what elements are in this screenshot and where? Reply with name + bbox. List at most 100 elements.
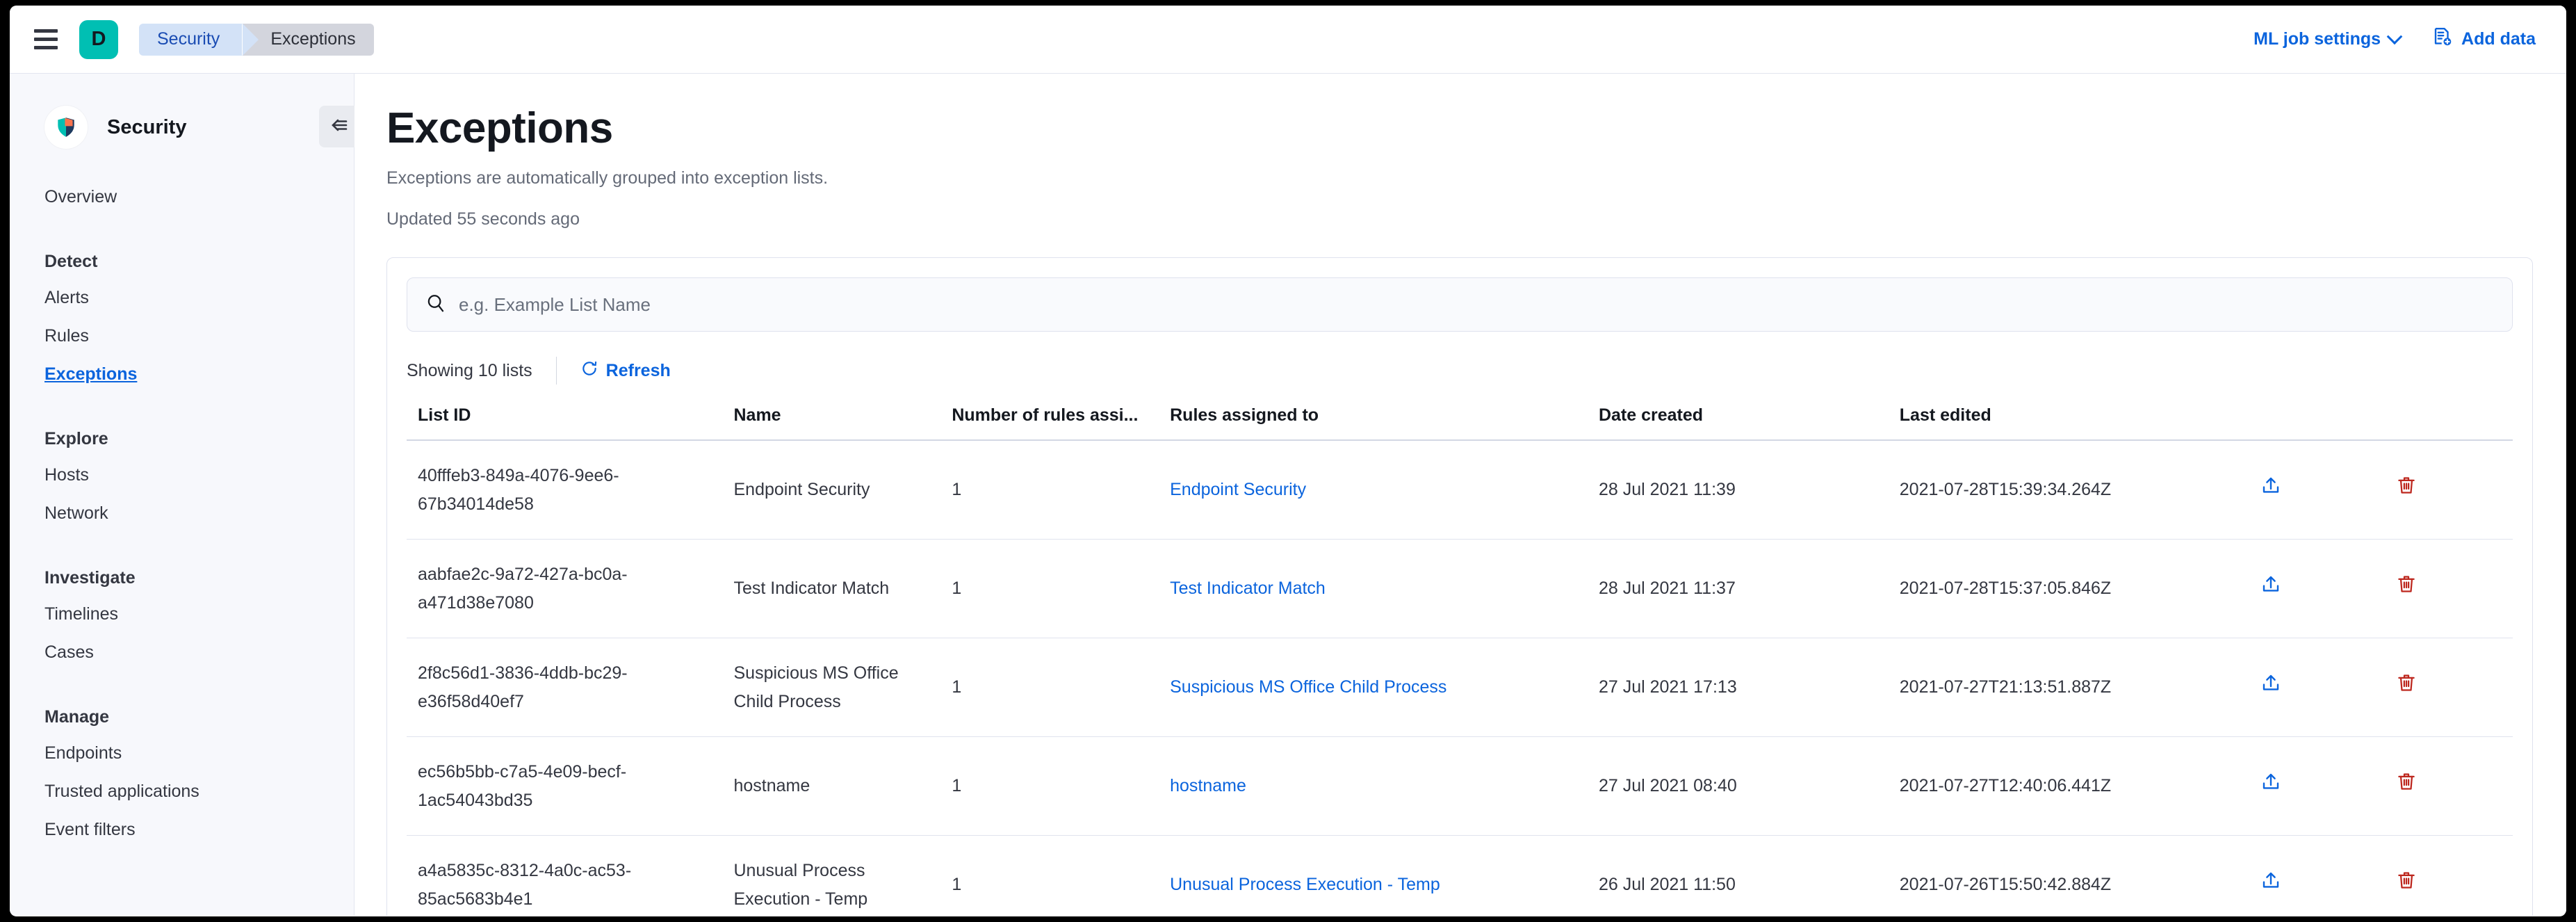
breadcrumb-item-security[interactable]: Security [139,23,259,56]
search-field-wrapper[interactable] [407,277,2513,332]
cell-rules-assigned-to: Endpoint Security [1159,440,1588,540]
cell-export [2249,736,2385,836]
column-header-export [2249,401,2385,441]
sidebar-group-explore: Explore [44,429,108,448]
table-body: 40fffeb3-849a-4076-9ee6-67b34014de58 Endp… [407,440,2513,916]
sidebar-item-cases[interactable]: Cases [10,633,354,672]
cell-last-edited: 2021-07-26T15:50:42.884Z [1888,835,2250,916]
export-upload-icon[interactable] [2260,574,2281,604]
sidebar-header: Security [10,102,359,153]
sidebar-item-event-filters[interactable]: Event filters [10,811,354,849]
cell-rules-assigned-to: hostname [1159,736,1588,836]
cell-number-of-rules: 1 [940,539,1159,638]
column-header-number-of-rules[interactable]: Number of rules assi... [940,401,1159,441]
sidebar-item-network[interactable]: Network [10,494,354,533]
collapse-sidebar-button[interactable] [319,106,359,147]
cell-last-edited: 2021-07-27T21:13:51.887Z [1888,638,2250,737]
column-header-rules-assigned-to[interactable]: Rules assigned to [1159,401,1588,441]
hamburger-bar [34,46,58,49]
rule-link[interactable]: Endpoint Security [1170,480,1306,499]
cell-export [2249,835,2385,916]
cell-date-created: 27 Jul 2021 17:13 [1587,638,1889,737]
cell-list-id: 40fffeb3-849a-4076-9ee6-67b34014de58 [407,440,723,540]
table-toolbar: Showing 10 lists Refresh [407,355,2513,386]
main-content: Exceptions Exceptions are automatically … [354,74,2566,916]
add-data-button[interactable]: Add data [2432,26,2536,52]
rule-link[interactable]: Unusual Process Execution - Temp [1170,875,1440,894]
cell-list-id: a4a5835c-8312-4a0c-ac53-85ac5683b4e1 [407,835,723,916]
ml-job-settings-label: ML job settings [2253,29,2381,49]
trash-icon[interactable] [2396,870,2417,900]
cell-number-of-rules: 1 [940,440,1159,540]
trash-icon[interactable] [2396,475,2417,505]
sidebar-item-overview[interactable]: Overview [10,178,354,216]
add-data-label: Add data [2461,29,2536,49]
refresh-label: Refresh [605,360,671,380]
cell-last-edited: 2021-07-27T12:40:06.441Z [1888,736,2250,836]
trash-icon[interactable] [2396,771,2417,801]
export-upload-icon[interactable] [2260,771,2281,801]
cell-delete [2384,736,2513,836]
sidebar-app-title: Security [107,115,187,138]
page-subtitle: Exceptions are automatically grouped int… [386,168,829,188]
sidebar-item-hosts[interactable]: Hosts [10,456,354,494]
table-row[interactable]: aabfae2c-9a72-427a-bc0a-a471d38e7080 Test… [407,539,2513,638]
breadcrumb-item-exceptions[interactable]: Exceptions [242,23,374,56]
trash-icon[interactable] [2396,672,2417,702]
cell-name: Unusual Process Execution - Temp [722,835,941,916]
cell-name: Endpoint Security [722,440,941,540]
column-header-date-created[interactable]: Date created [1587,401,1889,441]
cell-export [2249,539,2385,638]
sidebar-item-timelines[interactable]: Timelines [10,595,354,633]
sidebar-nav: Overview Detect Alerts Rules Exceptions … [10,178,354,849]
security-shield-logo-icon [44,106,88,149]
column-header-name[interactable]: Name [722,401,941,441]
table-row[interactable]: a4a5835c-8312-4a0c-ac53-85ac5683b4e1 Unus… [407,835,2513,916]
hamburger-bar [34,38,58,41]
cell-rules-assigned-to: Suspicious MS Office Child Process [1159,638,1588,737]
sidebar-group-investigate: Investigate [44,568,136,588]
cell-name: Test Indicator Match [722,539,941,638]
table-header: List ID Name Number of rules assi... Rul… [407,401,2513,441]
search-icon [425,293,446,317]
search-input[interactable] [459,293,2494,316]
table-header-row: List ID Name Number of rules assi... Rul… [407,401,2513,441]
cell-date-created: 26 Jul 2021 11:50 [1587,835,1889,916]
cell-list-id: 2f8c56d1-3836-4ddb-bc29-e36f58d40ef7 [407,638,723,737]
sidebar-item-trusted-applications[interactable]: Trusted applications [10,773,354,811]
cell-delete [2384,835,2513,916]
sidebar-item-exceptions[interactable]: Exceptions [10,355,354,394]
table-row[interactable]: ec56b5bb-c7a5-4e09-becf-1ac54043bd35 host… [407,736,2513,836]
exceptions-table: List ID Name Number of rules assi... Rul… [407,401,2513,916]
cell-rules-assigned-to: Test Indicator Match [1159,539,1588,638]
sidebar-item-rules[interactable]: Rules [10,317,354,355]
deployment-avatar[interactable]: D [79,19,118,59]
cell-delete [2384,539,2513,638]
cell-export [2249,638,2385,737]
export-upload-icon[interactable] [2260,475,2281,505]
sidebar-item-alerts[interactable]: Alerts [10,279,354,317]
hamburger-menu-icon[interactable] [31,24,61,55]
ml-job-settings-button[interactable]: ML job settings [2253,28,2403,49]
add-data-icon [2432,26,2453,52]
cell-list-id: ec56b5bb-c7a5-4e09-becf-1ac54043bd35 [407,736,723,836]
toolbar-divider [555,357,557,385]
column-header-delete [2384,401,2513,441]
refresh-button[interactable]: Refresh [580,359,671,382]
rule-link[interactable]: hostname [1170,776,1246,795]
table-row[interactable]: 40fffeb3-849a-4076-9ee6-67b34014de58 Endp… [407,440,2513,540]
cell-name: hostname [722,736,941,836]
export-upload-icon[interactable] [2260,672,2281,702]
column-header-list-id[interactable]: List ID [407,401,723,441]
cell-rules-assigned-to: Unusual Process Execution - Temp [1159,835,1588,916]
chevron-down-icon [2386,28,2403,45]
rule-link[interactable]: Suspicious MS Office Child Process [1170,677,1446,697]
rule-link[interactable]: Test Indicator Match [1170,579,1326,598]
breadcrumb: Security Exceptions [139,23,374,56]
trash-icon[interactable] [2396,574,2417,604]
sidebar: Security Overview Detect Alerts Rules Ex… [10,74,359,916]
export-upload-icon[interactable] [2260,870,2281,900]
sidebar-item-endpoints[interactable]: Endpoints [10,734,354,773]
column-header-last-edited[interactable]: Last edited [1888,401,2250,441]
table-row[interactable]: 2f8c56d1-3836-4ddb-bc29-e36f58d40ef7 Susp… [407,638,2513,737]
